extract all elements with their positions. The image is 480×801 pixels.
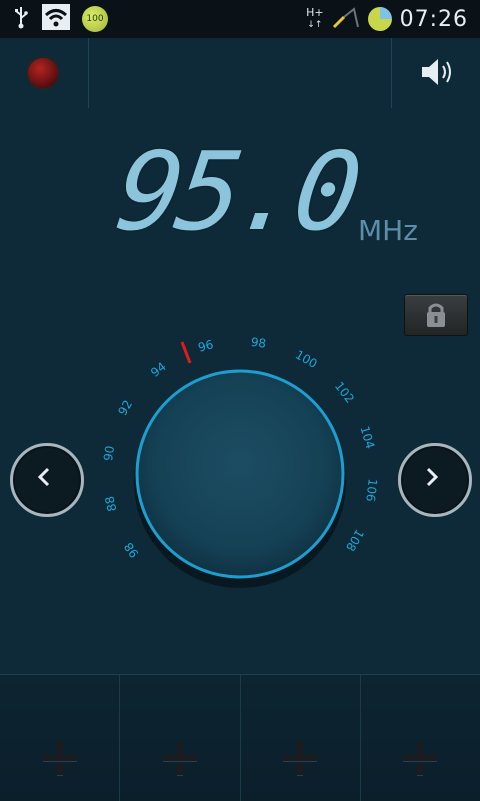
- next-station-button[interactable]: [398, 443, 472, 517]
- status-bar: 100 H+ ↓↑ 07:26: [0, 0, 480, 38]
- add-icon: [283, 741, 318, 775]
- signal-icon: [332, 5, 360, 33]
- favorite-slot-2[interactable]: [120, 675, 241, 801]
- dial-label: 106: [363, 478, 380, 502]
- dial-knob[interactable]: [135, 369, 345, 579]
- lock-icon: [427, 303, 445, 327]
- speaker-icon: [422, 59, 451, 85]
- dial-label: 98: [250, 335, 267, 351]
- network-label: H+: [306, 6, 324, 19]
- chevron-right-icon: [426, 467, 439, 487]
- divider-left: [88, 38, 89, 108]
- dial-label: 104: [357, 425, 377, 451]
- add-icon: [162, 741, 197, 775]
- dial-label: 92: [115, 398, 135, 418]
- dial-label: 100: [293, 347, 320, 371]
- dial-label: 98: [121, 540, 141, 561]
- favorite-slot-1[interactable]: [0, 675, 121, 801]
- record-button[interactable]: [28, 58, 58, 88]
- dial-label: 96: [196, 337, 214, 354]
- clock-time: 07:26: [399, 6, 468, 32]
- battery-icon: [367, 7, 392, 31]
- top-controls: [0, 38, 480, 108]
- dial-label: 88: [102, 495, 119, 513]
- battery-badge-text: 100: [86, 14, 104, 24]
- divider-right: [391, 38, 392, 108]
- tuning-needle: [180, 341, 192, 364]
- favorite-slot-4[interactable]: [361, 675, 480, 801]
- wifi-icon: [42, 4, 70, 34]
- frequency-unit: MHz: [358, 214, 418, 247]
- add-icon: [403, 741, 438, 775]
- network-hplus-icon: H+ ↓↑: [306, 6, 324, 30]
- dial-label: 108: [343, 527, 367, 554]
- speaker-button[interactable]: [420, 56, 456, 88]
- chevron-left-icon: [37, 467, 50, 487]
- prev-station-button[interactable]: [10, 443, 84, 517]
- dial-label: 102: [332, 379, 357, 406]
- usb-icon: [12, 5, 30, 33]
- dial-label: 94: [148, 359, 169, 379]
- battery-badge-icon: 100: [82, 6, 108, 32]
- favorites-bar: [0, 674, 480, 801]
- add-icon: [42, 741, 77, 775]
- dial-label: 90: [101, 445, 117, 462]
- frequency-display: 95.0: [109, 130, 363, 255]
- favorite-slot-3[interactable]: [241, 675, 361, 801]
